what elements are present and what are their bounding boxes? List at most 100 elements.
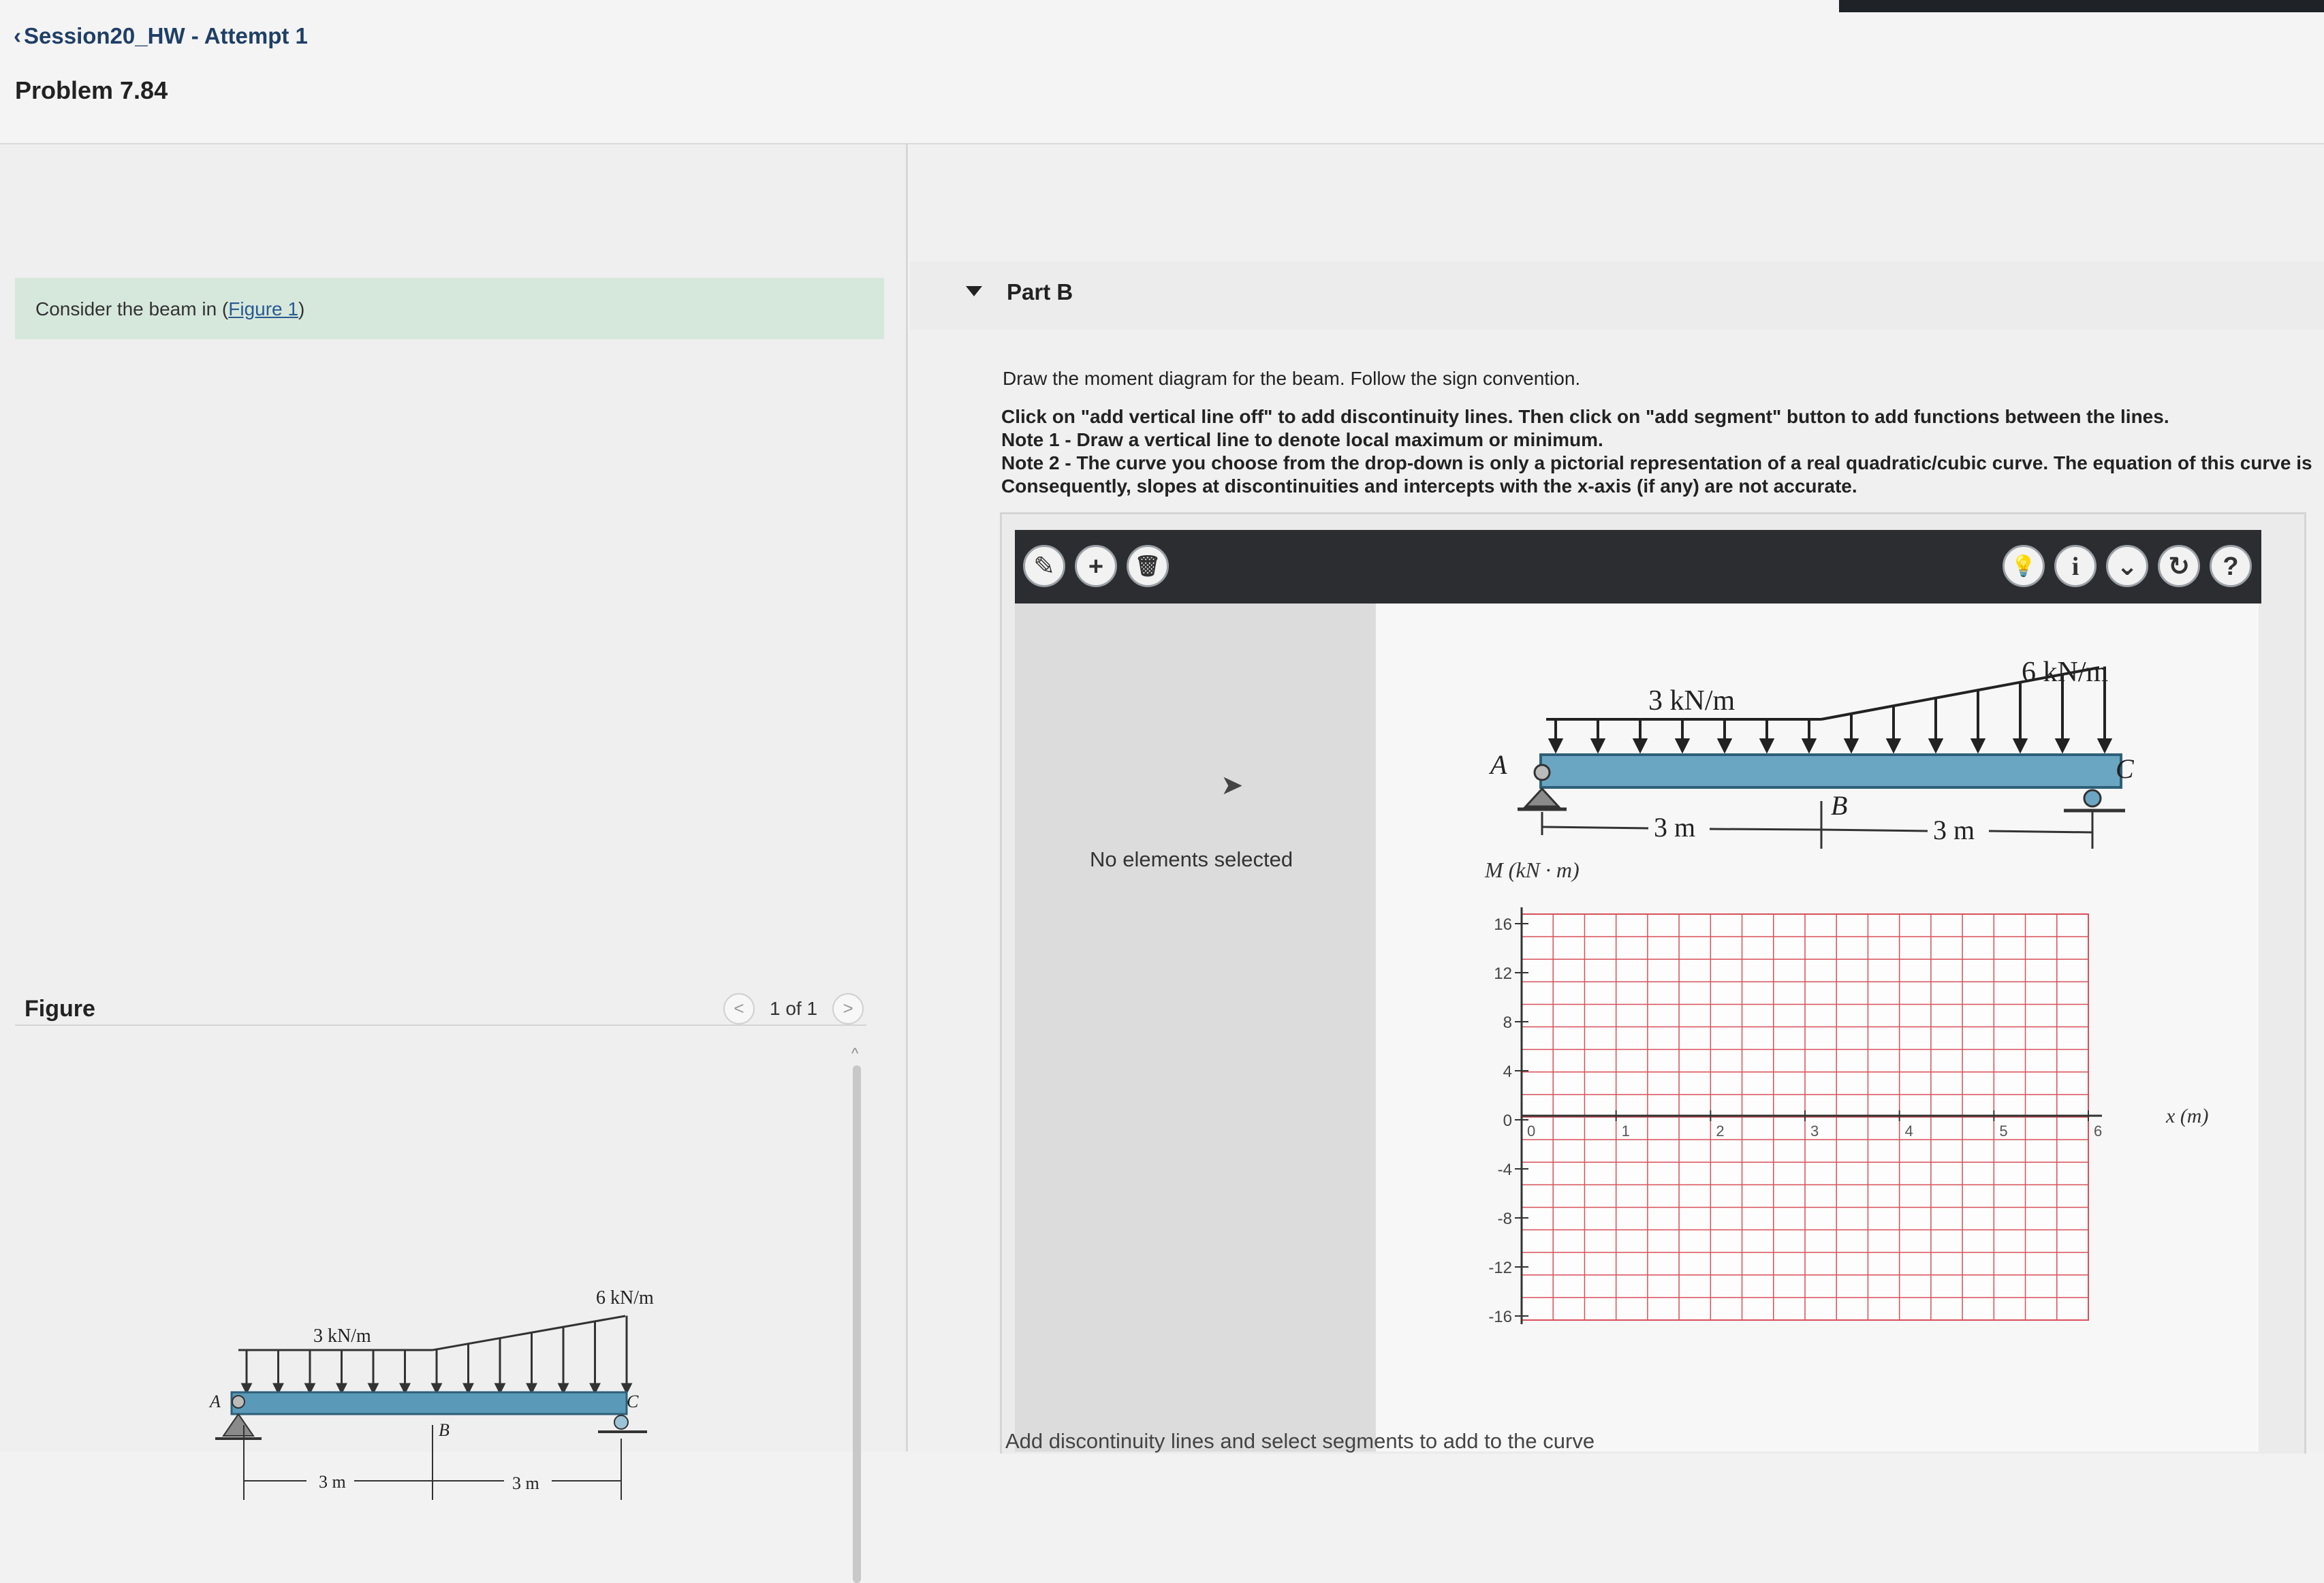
- part-header[interactable]: Part B: [910, 262, 2324, 330]
- figure-roller-support-c: [598, 1415, 647, 1433]
- x-tick-label: 6: [2094, 1123, 2102, 1140]
- canvas-point-c: C: [2116, 753, 2135, 784]
- figure-load-arrowhead: [494, 1383, 506, 1395]
- no-selection-text: No elements selected: [1090, 847, 1293, 871]
- selection-side-pane: ➤ No elements selected: [1015, 604, 1376, 1452]
- canvas-load-arrowhead: [1928, 738, 1944, 754]
- x-tick-label: 3: [1810, 1123, 1819, 1140]
- instruction-click: Click on "add vertical line off" to add …: [1001, 406, 2169, 427]
- y-tick-label: 0: [1503, 1112, 1512, 1130]
- canvas-beam: [1539, 753, 2122, 789]
- canvas-load-arrowhead: [1548, 738, 1564, 754]
- plus-icon[interactable]: +: [1075, 545, 1117, 587]
- figure-load-left: 3 kN/m: [313, 1326, 371, 1347]
- canvas-load-arrowhead: [1885, 738, 1902, 754]
- canvas-load-arrowhead: [2054, 738, 2071, 754]
- figure-point-a: A: [208, 1392, 221, 1411]
- top-edge-bar: [1839, 0, 2324, 12]
- figure-link[interactable]: Figure 1: [228, 298, 298, 319]
- prompt-text: Consider the beam in (Figure 1): [35, 298, 304, 320]
- figure-beam: [230, 1391, 628, 1415]
- instruction-main: Draw the moment diagram for the beam. Fo…: [1003, 368, 1581, 389]
- figure-load-arrowhead: [304, 1383, 316, 1395]
- canvas-load-arrowhead: [1674, 738, 1691, 754]
- x-tick-label: 0: [1527, 1123, 1535, 1140]
- y-tick-label: -8: [1498, 1210, 1512, 1228]
- figure-load-arrowhead: [272, 1383, 284, 1395]
- figure-dimension-lines: [243, 1425, 622, 1500]
- figure-load-arrowhead: [240, 1383, 253, 1395]
- x-axis-label: x (m): [2165, 1105, 2208, 1127]
- x-tick-label: 4: [1905, 1123, 1913, 1140]
- canvas-load-arrowhead: [1632, 738, 1648, 754]
- instruction-note1: Note 1 - Draw a vertical line to denote …: [1001, 429, 1603, 450]
- figure-load-arrowhead: [430, 1383, 443, 1395]
- figure-load-arrowhead: [462, 1383, 474, 1395]
- trash-icon[interactable]: 🗑: [1127, 545, 1169, 587]
- figure-label: Figure: [25, 996, 95, 1022]
- scroll-up-icon[interactable]: ^: [851, 1045, 858, 1063]
- lightbulb-icon[interactable]: 💡: [2003, 545, 2045, 587]
- bottom-instruction-note: Add discontinuity lines and select segme…: [1005, 1429, 1595, 1453]
- part-title: Part B: [1007, 279, 1073, 304]
- figure-dim-right: 3 m: [512, 1473, 539, 1493]
- figure-dim-left: 3 m: [319, 1472, 346, 1492]
- distributed-load: [238, 1315, 633, 1395]
- canvas-roller-support-c: [2064, 789, 2125, 813]
- x-tick-label: 5: [1999, 1123, 2007, 1140]
- next-figure-button[interactable]: >: [832, 993, 864, 1024]
- figure-load-arrowhead: [399, 1383, 411, 1395]
- y-tick-label: 16: [1494, 915, 1512, 934]
- canvas-load-arrowhead: [2097, 738, 2113, 754]
- canvas-load-arrowhead: [1590, 738, 1606, 754]
- top-header: ‹ Session20_HW - Attempt 1 Problem 7.84: [0, 0, 2324, 144]
- canvas-point-a: A: [1488, 749, 1507, 780]
- x-tick-label: 2: [1716, 1123, 1724, 1140]
- canvas-dimension-lines: [1541, 801, 2094, 849]
- info-icon[interactable]: i: [2054, 545, 2097, 587]
- canvas-load-arrowhead: [2012, 738, 2028, 754]
- figure-pager: <1 of 1 >: [723, 993, 864, 1024]
- figure-load-arrowhead: [589, 1383, 601, 1395]
- problem-prompt: Consider the beam in (Figure 1): [15, 278, 884, 339]
- pencil-icon[interactable]: ✎: [1023, 545, 1065, 587]
- y-tick-label: 12: [1494, 965, 1512, 983]
- canvas-load-arrowhead: [1843, 738, 1859, 754]
- x-tick-label: 1: [1622, 1123, 1630, 1140]
- chevron-left-icon: ‹: [14, 23, 21, 48]
- y-tick-label: -12: [1488, 1259, 1512, 1277]
- help-icon[interactable]: ?: [2210, 545, 2252, 587]
- canvas-load-arrowhead: [1716, 738, 1733, 754]
- figure-scrollbar[interactable]: [853, 1065, 861, 1583]
- figure-point-b: B: [439, 1420, 450, 1440]
- beam-figure: 3 kN/m 6 kN/m A C B 3 m 3 m: [208, 1287, 654, 1500]
- figure-load-arrowhead: [557, 1383, 569, 1395]
- figure-header: Figure <1 of 1 >: [15, 984, 866, 1026]
- y-axis-label: M (kN · m): [1484, 858, 1580, 882]
- canvas-load-arrowhead: [1759, 738, 1775, 754]
- canvas-load-right: 6 kN/m: [2022, 657, 2109, 688]
- canvas-dim-right: 3 m: [1933, 815, 1975, 845]
- instruction-note2: Note 2 - The curve you choose from the d…: [1001, 452, 2312, 473]
- prompt-suffix: ): [298, 298, 305, 319]
- figure-count: 1 of 1: [770, 998, 818, 1019]
- mouse-cursor-icon: ➤: [1221, 770, 1244, 800]
- instruction-consequently: Consequently, slopes at discontinuities …: [1001, 475, 1857, 497]
- reset-icon[interactable]: ↻: [2158, 545, 2200, 587]
- chevron-down-icon[interactable]: ⌄: [2106, 545, 2148, 587]
- figure-load-arrowhead: [367, 1383, 379, 1395]
- drawing-toolbar: ✎ + 🗑 💡 i ⌄ ↻ ?: [1015, 530, 2261, 604]
- moment-diagram-svg[interactable]: 3 kN/m 6 kN/m A C B 3 m 3 m M (kN · m) 1…: [1376, 604, 2259, 1452]
- back-link-label: Session20_HW - Attempt 1: [24, 23, 308, 48]
- problem-title: Problem 7.84: [15, 76, 168, 104]
- caret-down-icon[interactable]: [966, 286, 982, 296]
- figure-load-arrowhead: [336, 1383, 347, 1395]
- canvas-load-arrowhead: [1801, 738, 1817, 754]
- canvas-dim-left: 3 m: [1654, 812, 1695, 843]
- y-tick-label: 4: [1503, 1063, 1512, 1081]
- left-panel: Consider the beam in (Figure 1) Figure <…: [0, 144, 908, 1583]
- back-link[interactable]: ‹ Session20_HW - Attempt 1: [14, 23, 308, 49]
- drawing-canvas[interactable]: 3 kN/m 6 kN/m A C B 3 m 3 m M (kN · m) 1…: [1376, 604, 2259, 1452]
- prev-figure-button[interactable]: <: [723, 993, 755, 1024]
- canvas-point-b: B: [1831, 790, 1847, 821]
